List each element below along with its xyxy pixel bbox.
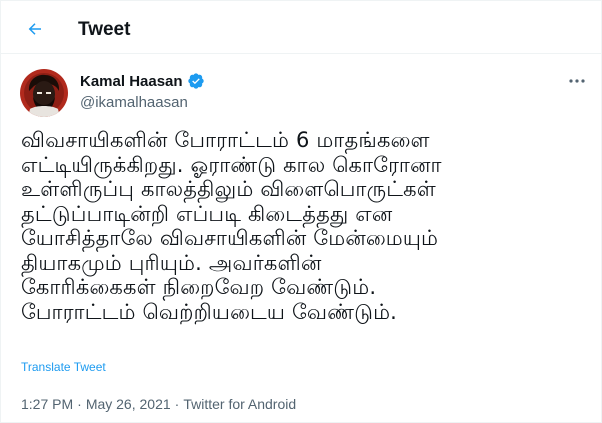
more-options-button[interactable] bbox=[564, 71, 590, 91]
author-name-row: Kamal Haasan bbox=[80, 71, 205, 91]
tweet-source[interactable]: Twitter for Android bbox=[183, 396, 296, 412]
tweet-text-line: எட்டியிருக்கிறது. ஓராண்டு கால கொரோனா bbox=[21, 152, 442, 177]
tweet-text-line: உள்ளிருப்பு காலத்திலும் விளைபொருட்கள் bbox=[21, 177, 436, 201]
tweet-text-line: யோசித்தாலே விவசாயிகளின் மேன்மையும் bbox=[21, 226, 439, 250]
tweet-text: விவசாயிகளின் போராட்டம் 6 மாதங்களை எட்டிய… bbox=[21, 128, 591, 324]
page-title: Tweet bbox=[78, 19, 131, 40]
meta-separator: · bbox=[77, 396, 82, 412]
tweet-time[interactable]: 1:27 PM bbox=[21, 396, 73, 412]
tweet-text-line: தட்டுப்பாடின்றி எப்படி கிடைத்தது என bbox=[21, 201, 393, 226]
author-display-name[interactable]: Kamal Haasan bbox=[80, 73, 183, 90]
tweet-text-line: போராட்டம் வெற்றியடைய வேண்டும். bbox=[21, 299, 398, 324]
avatar[interactable] bbox=[20, 69, 68, 117]
tweet-text-line: தியாகமும் புரியும். அவர்களின் bbox=[21, 250, 322, 275]
tweet-date[interactable]: May 26, 2021 bbox=[86, 396, 171, 412]
meta-separator: · bbox=[174, 396, 180, 412]
translate-tweet-link[interactable]: Translate Tweet bbox=[21, 360, 106, 374]
page-header: Tweet bbox=[1, 1, 601, 54]
tweet-page: Tweet Kamal Haasan @ikamalhaasan விவசாயி… bbox=[0, 0, 602, 423]
back-button[interactable] bbox=[21, 15, 49, 43]
arrow-left-icon bbox=[28, 23, 41, 35]
tweet-metadata: 1:27 PM · May 26, 2021 · Twitter for Android bbox=[21, 396, 296, 412]
author-handle[interactable]: @ikamalhaasan bbox=[80, 94, 188, 111]
verified-badge-icon bbox=[187, 73, 204, 89]
more-horizontal-icon bbox=[569, 79, 585, 83]
tweet-text-line: கோரிக்கைகள் நிறைவேற வேண்டும். bbox=[21, 275, 377, 299]
avatar-image bbox=[20, 69, 68, 117]
tweet-text-line: விவசாயிகளின் போராட்டம் 6 மாதங்களை bbox=[21, 128, 430, 152]
